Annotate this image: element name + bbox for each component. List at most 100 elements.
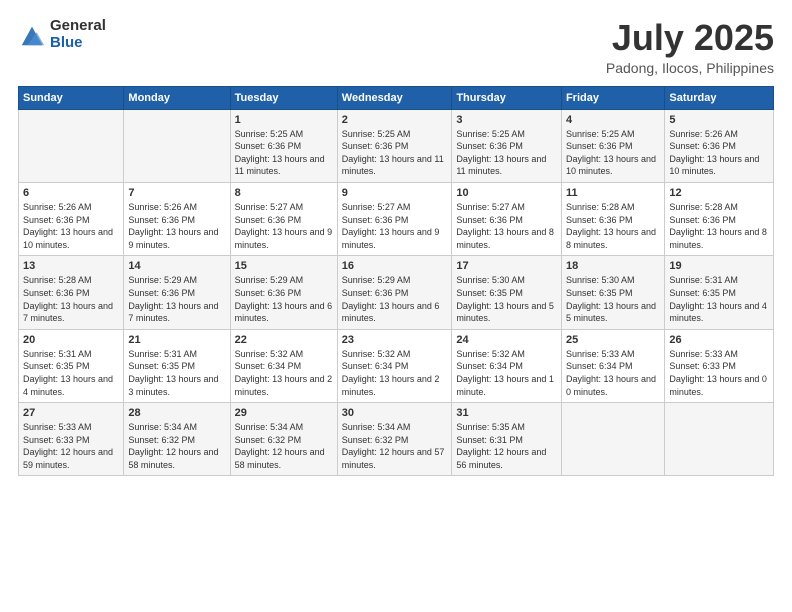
day-number: 10: [456, 187, 557, 199]
calendar-cell: 13 Sunrise: 5:28 AMSunset: 6:36 PMDayligh…: [19, 256, 124, 329]
weekday-header-row: SundayMondayTuesdayWednesdayThursdayFrid…: [19, 86, 774, 109]
logo-icon: [18, 21, 46, 49]
day-number: 14: [128, 260, 225, 272]
day-number: 13: [23, 260, 119, 272]
weekday-header-saturday: Saturday: [665, 86, 774, 109]
day-number: 28: [128, 407, 225, 419]
day-number: 6: [23, 187, 119, 199]
day-number: 9: [342, 187, 448, 199]
day-info: Sunrise: 5:31 AMSunset: 6:35 PMDaylight:…: [128, 348, 225, 398]
calendar-cell: 9 Sunrise: 5:27 AMSunset: 6:36 PMDaylight…: [337, 182, 452, 255]
calendar-cell: 6 Sunrise: 5:26 AMSunset: 6:36 PMDaylight…: [19, 182, 124, 255]
day-info: Sunrise: 5:27 AMSunset: 6:36 PMDaylight:…: [342, 201, 448, 251]
day-number: 1: [235, 114, 333, 126]
day-number: 25: [566, 334, 660, 346]
calendar-cell: 8 Sunrise: 5:27 AMSunset: 6:36 PMDaylight…: [230, 182, 337, 255]
day-info: Sunrise: 5:32 AMSunset: 6:34 PMDaylight:…: [456, 348, 557, 398]
weekday-header-tuesday: Tuesday: [230, 86, 337, 109]
day-number: 30: [342, 407, 448, 419]
calendar-cell: 12Sunrise: 5:28 AMSunset: 6:36 PMDayligh…: [665, 182, 774, 255]
calendar-cell: 2 Sunrise: 5:25 AMSunset: 6:36 PMDaylight…: [337, 109, 452, 182]
weekday-header-friday: Friday: [561, 86, 664, 109]
calendar-cell: 22 Sunrise: 5:32 AMSunset: 6:34 PMDayligh…: [230, 329, 337, 402]
location-title: Padong, Ilocos, Philippines: [606, 60, 774, 76]
day-number: 4: [566, 114, 660, 126]
calendar-cell: 25 Sunrise: 5:33 AMSunset: 6:34 PMDayligh…: [561, 329, 664, 402]
calendar-cell: 19Sunrise: 5:31 AMSunset: 6:35 PMDayligh…: [665, 256, 774, 329]
calendar-cell: 20 Sunrise: 5:31 AMSunset: 6:35 PMDayligh…: [19, 329, 124, 402]
calendar-cell: 5Sunrise: 5:26 AMSunset: 6:36 PMDaylight…: [665, 109, 774, 182]
day-number: 27: [23, 407, 119, 419]
calendar-week-row: 6 Sunrise: 5:26 AMSunset: 6:36 PMDaylight…: [19, 182, 774, 255]
calendar-cell: 31Sunrise: 5:35 AMSunset: 6:31 PMDayligh…: [452, 403, 562, 476]
day-info: Sunrise: 5:34 AMSunset: 6:32 PMDaylight:…: [342, 421, 448, 471]
day-info: Sunrise: 5:25 AMSunset: 6:36 PMDaylight:…: [566, 128, 660, 178]
day-info: Sunrise: 5:31 AMSunset: 6:35 PMDaylight:…: [23, 348, 119, 398]
day-number: 26: [669, 334, 769, 346]
calendar-cell: 18Sunrise: 5:30 AMSunset: 6:35 PMDayligh…: [561, 256, 664, 329]
day-number: 23: [342, 334, 448, 346]
day-info: Sunrise: 5:26 AMSunset: 6:36 PMDaylight:…: [23, 201, 119, 251]
calendar-week-row: 1 Sunrise: 5:25 AMSunset: 6:36 PMDaylight…: [19, 109, 774, 182]
calendar-cell: 4 Sunrise: 5:25 AMSunset: 6:36 PMDaylight…: [561, 109, 664, 182]
calendar-cell: 30 Sunrise: 5:34 AMSunset: 6:32 PMDayligh…: [337, 403, 452, 476]
header: General Blue July 2025 Padong, Ilocos, P…: [18, 18, 774, 76]
day-info: Sunrise: 5:25 AMSunset: 6:36 PMDaylight:…: [342, 128, 448, 178]
day-info: Sunrise: 5:33 AMSunset: 6:33 PMDaylight:…: [23, 421, 119, 471]
logo-general: General: [50, 18, 106, 35]
day-info: Sunrise: 5:28 AMSunset: 6:36 PMDaylight:…: [23, 274, 119, 324]
calendar-cell: 29Sunrise: 5:34 AMSunset: 6:32 PMDayligh…: [230, 403, 337, 476]
day-info: Sunrise: 5:34 AMSunset: 6:32 PMDaylight:…: [235, 421, 333, 471]
day-info: Sunrise: 5:29 AMSunset: 6:36 PMDaylight:…: [342, 274, 448, 324]
calendar-cell: 17 Sunrise: 5:30 AMSunset: 6:35 PMDayligh…: [452, 256, 562, 329]
day-number: 16: [342, 260, 448, 272]
calendar-cell: 28 Sunrise: 5:34 AMSunset: 6:32 PMDayligh…: [124, 403, 230, 476]
day-number: 19: [669, 260, 769, 272]
day-number: 24: [456, 334, 557, 346]
calendar-page: General Blue July 2025 Padong, Ilocos, P…: [0, 0, 792, 612]
day-number: 2: [342, 114, 448, 126]
day-info: Sunrise: 5:32 AMSunset: 6:34 PMDaylight:…: [235, 348, 333, 398]
day-info: Sunrise: 5:27 AMSunset: 6:36 PMDaylight:…: [235, 201, 333, 251]
day-info: Sunrise: 5:29 AMSunset: 6:36 PMDaylight:…: [235, 274, 333, 324]
calendar-cell: 10Sunrise: 5:27 AMSunset: 6:36 PMDayligh…: [452, 182, 562, 255]
calendar-cell: 3 Sunrise: 5:25 AMSunset: 6:36 PMDaylight…: [452, 109, 562, 182]
day-number: 5: [669, 114, 769, 126]
logo-text: General Blue: [50, 18, 106, 51]
day-info: Sunrise: 5:29 AMSunset: 6:36 PMDaylight:…: [128, 274, 225, 324]
calendar-week-row: 13 Sunrise: 5:28 AMSunset: 6:36 PMDayligh…: [19, 256, 774, 329]
day-number: 20: [23, 334, 119, 346]
day-info: Sunrise: 5:30 AMSunset: 6:35 PMDaylight:…: [456, 274, 557, 324]
day-number: 11: [566, 187, 660, 199]
day-info: Sunrise: 5:33 AMSunset: 6:33 PMDaylight:…: [669, 348, 769, 398]
logo: General Blue: [18, 18, 106, 51]
calendar-cell: 14 Sunrise: 5:29 AMSunset: 6:36 PMDayligh…: [124, 256, 230, 329]
calendar-cell: 11 Sunrise: 5:28 AMSunset: 6:36 PMDayligh…: [561, 182, 664, 255]
calendar-cell: [561, 403, 664, 476]
calendar-cell: 27 Sunrise: 5:33 AMSunset: 6:33 PMDayligh…: [19, 403, 124, 476]
calendar-week-row: 20 Sunrise: 5:31 AMSunset: 6:35 PMDayligh…: [19, 329, 774, 402]
calendar-cell: 1 Sunrise: 5:25 AMSunset: 6:36 PMDaylight…: [230, 109, 337, 182]
calendar-cell: 21 Sunrise: 5:31 AMSunset: 6:35 PMDayligh…: [124, 329, 230, 402]
day-info: Sunrise: 5:28 AMSunset: 6:36 PMDaylight:…: [669, 201, 769, 251]
day-info: Sunrise: 5:25 AMSunset: 6:36 PMDaylight:…: [456, 128, 557, 178]
weekday-header-thursday: Thursday: [452, 86, 562, 109]
calendar-cell: 26 Sunrise: 5:33 AMSunset: 6:33 PMDayligh…: [665, 329, 774, 402]
day-number: 31: [456, 407, 557, 419]
day-info: Sunrise: 5:34 AMSunset: 6:32 PMDaylight:…: [128, 421, 225, 471]
day-number: 22: [235, 334, 333, 346]
weekday-header-wednesday: Wednesday: [337, 86, 452, 109]
calendar-cell: [124, 109, 230, 182]
day-number: 21: [128, 334, 225, 346]
calendar-cell: 7Sunrise: 5:26 AMSunset: 6:36 PMDaylight…: [124, 182, 230, 255]
day-number: 3: [456, 114, 557, 126]
calendar-cell: [665, 403, 774, 476]
day-info: Sunrise: 5:25 AMSunset: 6:36 PMDaylight:…: [235, 128, 333, 178]
weekday-header-sunday: Sunday: [19, 86, 124, 109]
day-info: Sunrise: 5:28 AMSunset: 6:36 PMDaylight:…: [566, 201, 660, 251]
day-info: Sunrise: 5:33 AMSunset: 6:34 PMDaylight:…: [566, 348, 660, 398]
day-number: 8: [235, 187, 333, 199]
day-number: 17: [456, 260, 557, 272]
calendar-cell: 16 Sunrise: 5:29 AMSunset: 6:36 PMDayligh…: [337, 256, 452, 329]
weekday-header-monday: Monday: [124, 86, 230, 109]
